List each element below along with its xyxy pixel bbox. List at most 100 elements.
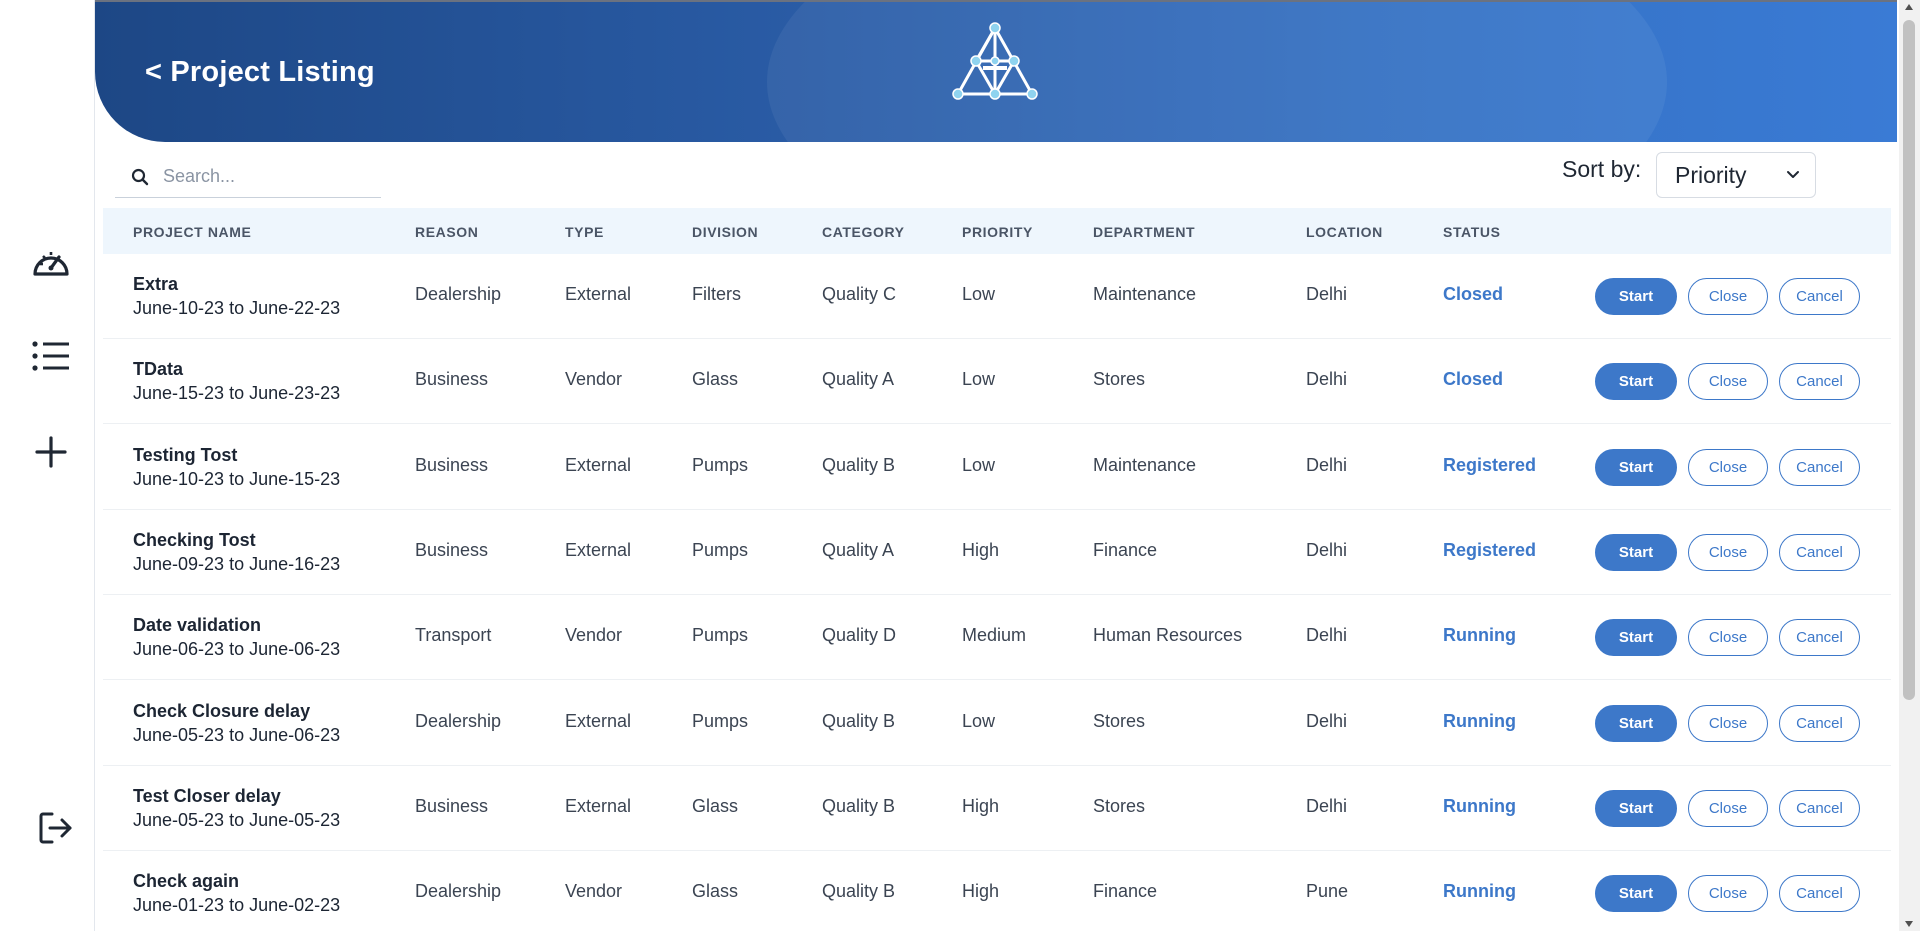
project-name[interactable]: Date validation bbox=[133, 615, 261, 636]
column-header-location[interactable]: LOCATION bbox=[1306, 224, 1383, 240]
department-cell: Maintenance bbox=[1093, 454, 1197, 475]
table-row[interactable]: Checking Tost June-09-23 to June-16-23 Bus… bbox=[103, 510, 1891, 595]
project-name[interactable]: Check Closure delay bbox=[133, 701, 310, 722]
scroll-down-arrow-icon[interactable] bbox=[1905, 921, 1913, 927]
category-cell: Quality B bbox=[822, 710, 896, 731]
start-button[interactable]: Start bbox=[1595, 704, 1677, 742]
status-badge: Closed bbox=[1443, 369, 1504, 390]
table-row[interactable]: Check Closure delay June-05-23 to June-06… bbox=[103, 681, 1891, 766]
project-name[interactable]: Testing Tost bbox=[133, 445, 237, 466]
cancel-button[interactable]: Cancel bbox=[1779, 533, 1860, 571]
sidebar bbox=[0, 0, 95, 931]
sort-label: Sort by: bbox=[1562, 156, 1642, 182]
cancel-button[interactable]: Cancel bbox=[1779, 448, 1860, 486]
table-row[interactable]: Extra June-10-23 to June-22-23 Dealership E… bbox=[103, 254, 1891, 339]
table-row[interactable]: Test Closer delay June-05-23 to June-05-2… bbox=[103, 766, 1891, 851]
sort-select[interactable]: Priority bbox=[1656, 152, 1816, 198]
project-name[interactable]: TData bbox=[133, 359, 183, 380]
department-cell: Finance bbox=[1093, 539, 1158, 560]
search-input[interactable] bbox=[163, 166, 363, 187]
sort-selected-value: Priority bbox=[1675, 161, 1747, 188]
cancel-button[interactable]: Cancel bbox=[1779, 363, 1860, 401]
close-button[interactable]: Close bbox=[1688, 448, 1768, 486]
dashboard-gauge-icon[interactable] bbox=[27, 238, 75, 286]
reason-cell: Transport bbox=[415, 625, 492, 646]
project-date-range: June-06-23 to June-06-23 bbox=[133, 639, 341, 660]
page-scrollbar[interactable] bbox=[1899, 0, 1920, 931]
cancel-button[interactable]: Cancel bbox=[1779, 619, 1860, 657]
type-cell: Vendor bbox=[565, 369, 623, 390]
column-header-division[interactable]: DIVISION bbox=[692, 224, 758, 240]
type-cell: External bbox=[565, 710, 632, 731]
column-header-project-name[interactable]: PROJECT NAME bbox=[133, 224, 251, 240]
department-cell: Stores bbox=[1093, 710, 1146, 731]
status-badge: Running bbox=[1443, 710, 1516, 731]
close-button[interactable]: Close bbox=[1688, 533, 1768, 571]
location-cell: Delhi bbox=[1306, 710, 1348, 731]
scroll-thumb[interactable] bbox=[1903, 20, 1915, 700]
close-button[interactable]: Close bbox=[1688, 704, 1768, 742]
department-cell: Stores bbox=[1093, 795, 1146, 816]
cancel-button[interactable]: Cancel bbox=[1779, 789, 1860, 827]
department-cell: Maintenance bbox=[1093, 284, 1197, 304]
project-name[interactable]: Checking Tost bbox=[133, 530, 256, 551]
column-header-reason[interactable]: REASON bbox=[415, 224, 479, 240]
start-button[interactable]: Start bbox=[1595, 533, 1677, 571]
cancel-button[interactable]: Cancel bbox=[1779, 278, 1860, 315]
table-row[interactable]: Date validation June-06-23 to June-06-23 T… bbox=[103, 595, 1891, 681]
division-cell: Glass bbox=[692, 795, 739, 816]
project-name[interactable]: Check again bbox=[133, 871, 239, 892]
column-header-status[interactable]: STATUS bbox=[1443, 224, 1501, 240]
status-badge: Running bbox=[1443, 795, 1516, 816]
close-button[interactable]: Close bbox=[1688, 363, 1768, 401]
close-button[interactable]: Close bbox=[1688, 875, 1768, 913]
start-button[interactable]: Start bbox=[1595, 448, 1677, 486]
column-header-type[interactable]: TYPE bbox=[565, 224, 604, 240]
start-button[interactable]: Start bbox=[1595, 363, 1677, 401]
project-date-range: June-10-23 to June-22-23 bbox=[133, 298, 341, 318]
app-logo-icon bbox=[950, 20, 1040, 107]
table-row[interactable]: Check again June-01-23 to June-02-23 Deale… bbox=[103, 851, 1891, 931]
cancel-button[interactable]: Cancel bbox=[1779, 875, 1860, 913]
list-icon[interactable] bbox=[27, 332, 75, 380]
start-button[interactable]: Start bbox=[1595, 789, 1677, 827]
column-header-priority[interactable]: PRIORITY bbox=[962, 224, 1033, 240]
reason-cell: Business bbox=[415, 539, 489, 560]
search-box[interactable] bbox=[115, 156, 381, 198]
type-cell: External bbox=[565, 454, 632, 475]
division-cell: Pumps bbox=[692, 625, 749, 646]
close-button[interactable]: Close bbox=[1688, 278, 1768, 315]
scroll-up-arrow-icon[interactable] bbox=[1905, 4, 1913, 10]
logout-icon[interactable] bbox=[32, 804, 80, 852]
reason-cell: Dealership bbox=[415, 710, 502, 731]
project-date-range: June-10-23 to June-15-23 bbox=[133, 468, 341, 489]
project-name[interactable]: Extra bbox=[133, 274, 178, 295]
page-title[interactable]: < Project Listing bbox=[145, 56, 375, 89]
division-cell: Filters bbox=[692, 284, 741, 304]
close-button[interactable]: Close bbox=[1688, 619, 1768, 657]
location-cell: Delhi bbox=[1306, 369, 1348, 390]
plus-icon[interactable] bbox=[27, 428, 75, 476]
start-button[interactable]: Start bbox=[1595, 875, 1677, 913]
division-cell: Pumps bbox=[692, 454, 749, 475]
type-cell: External bbox=[565, 284, 632, 304]
table-row[interactable]: TData June-15-23 to June-23-23 Business Ven… bbox=[103, 339, 1891, 425]
header-decoration bbox=[767, 2, 1667, 142]
project-name[interactable]: Test Closer delay bbox=[133, 786, 281, 807]
column-header-department[interactable]: DEPARTMENT bbox=[1093, 224, 1195, 240]
priority-cell: Low bbox=[962, 710, 996, 731]
project-date-range: June-09-23 to June-16-23 bbox=[133, 553, 341, 574]
reason-cell: Business bbox=[415, 454, 489, 475]
column-header-category[interactable]: CATEGORY bbox=[822, 224, 905, 240]
category-cell: Quality A bbox=[822, 369, 895, 390]
status-badge: Running bbox=[1443, 881, 1516, 902]
start-button[interactable]: Start bbox=[1595, 619, 1677, 657]
priority-cell: Low bbox=[962, 454, 996, 475]
priority-cell: High bbox=[962, 881, 1000, 902]
reason-cell: Business bbox=[415, 369, 489, 390]
table-row[interactable]: Testing Tost June-10-23 to June-15-23 Busi… bbox=[103, 425, 1891, 510]
start-button[interactable]: Start bbox=[1595, 278, 1677, 315]
priority-cell: Medium bbox=[962, 625, 1027, 646]
close-button[interactable]: Close bbox=[1688, 789, 1768, 827]
cancel-button[interactable]: Cancel bbox=[1779, 704, 1860, 742]
